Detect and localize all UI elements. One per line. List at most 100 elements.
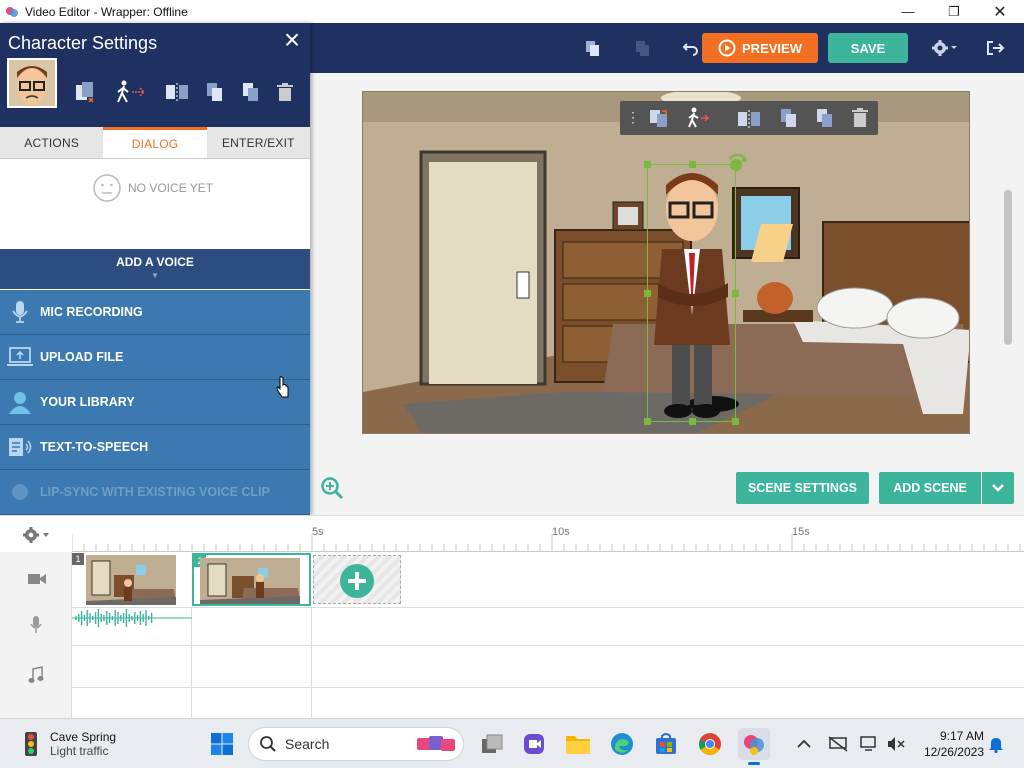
windows-start-icon[interactable] bbox=[206, 728, 238, 760]
panel-tabs: ACTIONS DIALOG ENTER/EXIT bbox=[0, 127, 310, 159]
paste-object-icon[interactable] bbox=[814, 107, 836, 129]
character-selection-box[interactable] bbox=[644, 153, 748, 425]
copy-object-icon[interactable] bbox=[778, 107, 800, 129]
panel-header: Character Settings × bbox=[0, 23, 310, 127]
voice-option-label: LIP-SYNC WITH EXISTING VOICE CLIP bbox=[40, 485, 270, 499]
edge-icon[interactable] bbox=[606, 728, 638, 760]
copy-character-icon[interactable] bbox=[200, 75, 230, 109]
flip-icon[interactable] bbox=[736, 109, 764, 129]
add-scene-button[interactable]: ADD SCENE bbox=[879, 472, 981, 504]
music-track bbox=[72, 646, 1024, 688]
add-scene-dropdown[interactable] bbox=[982, 472, 1014, 504]
swap-icon[interactable] bbox=[648, 107, 670, 129]
tab-actions[interactable]: ACTIONS bbox=[0, 127, 103, 158]
drag-handle-icon[interactable]: ⋮ bbox=[626, 109, 640, 126]
paste-icon[interactable] bbox=[628, 31, 658, 65]
scene-settings-button[interactable]: SCENE SETTINGS bbox=[736, 472, 869, 504]
scene-thumbnail-1[interactable]: 1 bbox=[72, 553, 178, 606]
close-window-button[interactable]: ✕ bbox=[977, 0, 1023, 23]
app-icon bbox=[5, 5, 19, 19]
weather-widget[interactable]: Cave Spring Light traffic bbox=[18, 730, 116, 758]
save-button[interactable]: SAVE bbox=[828, 33, 908, 63]
timeline-ruler[interactable]: 5s 10s 15s bbox=[72, 516, 1024, 552]
swap-character-icon[interactable] bbox=[70, 75, 100, 109]
character-figure bbox=[654, 173, 730, 418]
resize-handle[interactable] bbox=[644, 290, 651, 297]
voice-waveform[interactable] bbox=[72, 608, 192, 630]
resize-handle[interactable] bbox=[732, 290, 739, 297]
search-icon bbox=[260, 736, 276, 752]
tab-enter-exit[interactable]: ENTER/EXIT bbox=[207, 127, 310, 158]
caret-down-icon: ▼ bbox=[151, 271, 159, 280]
text-to-speech-option[interactable]: TEXT-TO-SPEECH bbox=[0, 425, 310, 470]
display-off-icon[interactable] bbox=[824, 728, 852, 760]
save-label: SAVE bbox=[850, 40, 886, 56]
active-app-indicator bbox=[748, 762, 760, 765]
chevron-up-icon[interactable] bbox=[790, 728, 818, 760]
play-icon bbox=[718, 39, 736, 57]
preview-label: PREVIEW bbox=[742, 40, 802, 56]
voice-option-label: MIC RECORDING bbox=[40, 305, 143, 319]
no-voice-message: NO VOICE YET bbox=[92, 173, 213, 203]
store-icon[interactable] bbox=[650, 728, 682, 760]
scene-thumbnail-2[interactable]: 2 bbox=[192, 553, 311, 606]
maximize-button[interactable]: ❐ bbox=[931, 0, 977, 23]
add-scene-placeholder[interactable] bbox=[313, 555, 401, 604]
resize-handle[interactable] bbox=[689, 161, 696, 168]
neutral-face-icon bbox=[93, 174, 121, 202]
mic-recording-option[interactable]: MIC RECORDING bbox=[0, 290, 310, 335]
resize-handle[interactable] bbox=[689, 418, 696, 425]
meet-icon[interactable] bbox=[518, 728, 550, 760]
mouse-cursor bbox=[276, 376, 290, 398]
tick-label: 10s bbox=[552, 526, 570, 538]
voice-option-label: YOUR LIBRARY bbox=[40, 395, 135, 409]
notification-bell-icon[interactable] bbox=[984, 728, 1008, 760]
monitor-icon[interactable] bbox=[856, 728, 884, 760]
tab-dialog[interactable]: DIALOG bbox=[103, 127, 207, 158]
window-title: Video Editor - Wrapper: Offline bbox=[25, 4, 188, 19]
flip-character-icon[interactable] bbox=[162, 75, 192, 109]
panel-title: Character Settings bbox=[8, 33, 158, 53]
resize-handle[interactable] bbox=[644, 418, 651, 425]
copy-icon[interactable] bbox=[578, 31, 608, 65]
resize-handle[interactable] bbox=[644, 161, 651, 168]
task-view-icon[interactable] bbox=[476, 728, 508, 760]
exit-icon[interactable] bbox=[980, 31, 1010, 65]
scene-settings-label: SCENE SETTINGS bbox=[747, 481, 858, 495]
rotate-handle-icon[interactable] bbox=[726, 153, 750, 173]
extra-track bbox=[72, 688, 1024, 719]
file-explorer-icon[interactable] bbox=[562, 728, 594, 760]
minimize-button[interactable]: — bbox=[885, 0, 931, 23]
walk-icon[interactable] bbox=[686, 107, 710, 129]
preview-button[interactable]: PREVIEW bbox=[702, 33, 818, 63]
voice-option-label: TEXT-TO-SPEECH bbox=[40, 440, 149, 454]
clock[interactable]: 9:17 AM 12/26/2023 bbox=[918, 729, 984, 759]
delete-icon[interactable] bbox=[850, 107, 870, 129]
resize-handle[interactable] bbox=[732, 418, 739, 425]
track-labels bbox=[0, 552, 72, 719]
upload-file-option[interactable]: UPLOAD FILE bbox=[0, 335, 310, 380]
stage-scrollbar[interactable] bbox=[1004, 190, 1012, 345]
close-icon[interactable]: × bbox=[280, 26, 304, 54]
character-avatar[interactable] bbox=[7, 58, 57, 108]
gear-icon[interactable] bbox=[926, 31, 962, 65]
add-scene-label: ADD SCENE bbox=[893, 481, 967, 495]
voice-option-label: UPLOAD FILE bbox=[40, 350, 124, 364]
zoom-in-icon[interactable] bbox=[320, 476, 344, 500]
microphone-track-icon bbox=[30, 616, 42, 634]
wrapper-app-icon[interactable] bbox=[738, 728, 770, 760]
taskbar-search[interactable]: Search bbox=[248, 727, 464, 761]
paste-character-icon[interactable] bbox=[236, 75, 266, 109]
lip-sync-option[interactable]: LIP-SYNC WITH EXISTING VOICE CLIP bbox=[0, 470, 310, 515]
user-icon bbox=[0, 390, 40, 414]
your-library-option[interactable]: YOUR LIBRARY bbox=[0, 380, 310, 425]
no-voice-text: NO VOICE YET bbox=[128, 181, 214, 195]
delete-character-icon[interactable] bbox=[270, 75, 300, 109]
plus-circle-icon bbox=[340, 564, 374, 598]
volume-muted-icon[interactable] bbox=[882, 728, 910, 760]
microphone-icon bbox=[0, 300, 40, 324]
motion-icon[interactable] bbox=[112, 75, 152, 109]
clock-date: 12/26/2023 bbox=[923, 745, 984, 759]
chrome-icon[interactable] bbox=[694, 728, 726, 760]
timeline-gear-icon[interactable] bbox=[20, 526, 52, 544]
